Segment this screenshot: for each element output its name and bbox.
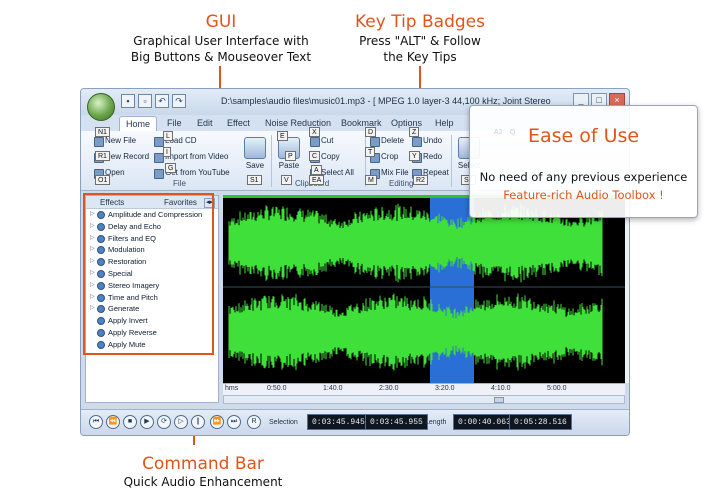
tab-bookmark[interactable]: Bookmark (335, 116, 388, 131)
rewind-button[interactable]: ⏪ (106, 415, 120, 429)
ease-of-use-line1: No need of any previous experience (479, 170, 688, 184)
key-tip-badge: A (311, 165, 322, 175)
gui-callout-title: GUI (205, 12, 237, 32)
length-start-field[interactable]: 0:00:40.063 (453, 414, 516, 430)
selection-start-field[interactable]: 0:03:45.945 (307, 414, 370, 430)
undo-icon[interactable]: ↶ (155, 94, 169, 108)
save-button-label: Save (245, 161, 265, 170)
file-group-label: File (173, 179, 186, 188)
waveform-view[interactable] (223, 195, 625, 383)
scroll-thumb[interactable] (494, 397, 504, 403)
length-total-field[interactable]: 0:05:28.516 (509, 414, 572, 430)
ease-of-use-title: Ease of Use (527, 125, 640, 147)
ease-of-use-line2: Feature-rich Audio Toolbox ! (503, 188, 664, 202)
key-tip-badge: X (309, 127, 320, 137)
key-tip-badge: R2 (413, 175, 428, 185)
quick-access-toolbar: ▪ ▫ ↶ ↷ (121, 94, 186, 108)
ribbon-separator (451, 135, 452, 187)
ruler-label: 3:20.0 (435, 385, 455, 392)
ruler-label: 2:30.0 (379, 385, 399, 392)
gui-callout-line1: Graphical User Interface with (133, 34, 309, 48)
key-tip-badge: V (281, 175, 292, 185)
horizontal-scrollbar[interactable] (223, 395, 625, 404)
redo-icon[interactable]: ↷ (172, 94, 186, 108)
go-to-start-button[interactable]: ⏮ (89, 415, 103, 429)
play-button[interactable]: ▶ (140, 415, 154, 429)
right-channel-wave (228, 293, 603, 371)
key-tip-badge: D (365, 127, 377, 137)
time-ruler: hms 0:50.0 1:40.0 2:30.0 3:20.0 4:10.0 5… (223, 383, 625, 395)
tab-home[interactable]: Home (119, 116, 158, 131)
key-tip-badge: C (309, 151, 321, 161)
stop-button[interactable]: ■ (123, 415, 137, 429)
length-label: Length (425, 419, 447, 426)
save-button[interactable]: Save (241, 137, 269, 170)
key-tip-badge: N1 (95, 127, 110, 137)
command-bar: ⏮ ⏪ ■ ▶ ⟳ ▷ ∥ ⏩ ⏭ R Selection 0:03:45.94… (81, 409, 629, 435)
selection-label: Selection (269, 419, 298, 426)
key-tip-badge: I (163, 147, 171, 157)
keytips-callout-title: Key Tip Badges (355, 12, 485, 32)
save-icon (244, 137, 266, 159)
gui-callout-line2: Big Buttons & Mouseover Text (130, 50, 312, 64)
command-bar-callout-title: Command Bar (142, 454, 264, 474)
key-tip-badge: T (365, 147, 376, 157)
ruler-label: 0:50.0 (267, 385, 287, 392)
keytips-callout-line2: the Key Tips (383, 50, 457, 64)
save-icon[interactable]: ▪ (121, 94, 135, 108)
fast-forward-button[interactable]: ⏩ (210, 415, 224, 429)
open-icon[interactable]: ▫ (138, 94, 152, 108)
command-bar-highlight (178, 410, 210, 432)
amplitude-scale (625, 195, 629, 383)
ruler-label: 5:00.0 (547, 385, 567, 392)
key-tip-badge: R1 (95, 151, 110, 161)
paste-button-label: Paste (278, 161, 300, 170)
key-tip-badge: P (285, 151, 296, 161)
tab-noise-reduction[interactable]: Noise Reduction (259, 116, 337, 131)
loop-button[interactable]: ⟳ (157, 415, 171, 429)
key-tip-badge: EA (309, 175, 325, 185)
record-button[interactable]: R (247, 415, 261, 429)
ruler-label: 1:40.0 (323, 385, 343, 392)
tab-help[interactable]: Help (429, 116, 460, 131)
ease-of-use-tooltip: A2 Q Ease of Use No need of any previous… (469, 105, 698, 218)
command-bar-callout-line1: Quick Audio Enhancement (123, 475, 283, 489)
key-tip-badge: E (277, 131, 288, 141)
application-menu-button[interactable] (87, 93, 115, 121)
tab-edit[interactable]: Edit (191, 116, 219, 131)
key-tip-badge: Z (409, 127, 420, 137)
ruler-label: hms (225, 385, 239, 392)
go-to-end-button[interactable]: ⏭ (227, 415, 241, 429)
editing-group-label: Editing (389, 179, 414, 188)
load-cd-button[interactable]: Load CD (153, 135, 197, 147)
selection-end-field[interactable]: 0:03:45.955 (365, 414, 428, 430)
tab-file[interactable]: File (161, 116, 188, 131)
key-tip-badge: S1 (247, 175, 262, 185)
keytips-callout-line1: Press "ALT" & Follow (359, 34, 481, 48)
key-tip-badge: O1 (95, 175, 111, 185)
key-tip-badge: G (165, 163, 177, 173)
tab-options[interactable]: Options (385, 116, 428, 131)
ruler-label: 4:10.0 (491, 385, 511, 392)
ribbon-separator (271, 135, 272, 187)
key-tip-badge: L (163, 131, 173, 141)
tab-effect[interactable]: Effect (221, 116, 256, 131)
waveform-graphic[interactable] (223, 195, 625, 383)
key-tip-badge: Y (409, 151, 420, 161)
effects-panel-highlight (83, 193, 214, 355)
key-tip-badge: M (365, 175, 377, 185)
